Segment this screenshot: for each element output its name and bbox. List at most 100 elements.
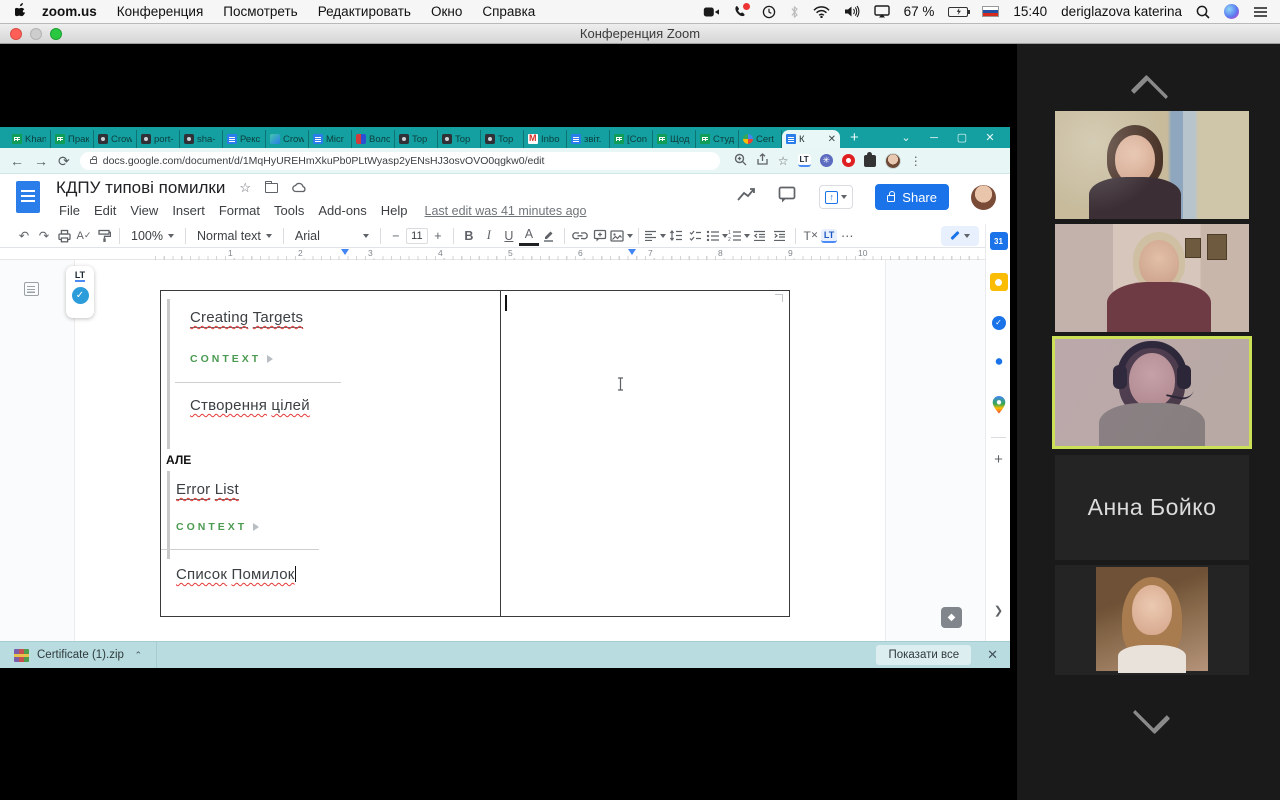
browser-tab[interactable]: Top [438,130,481,148]
document-stats-icon[interactable] [736,186,756,209]
clock-time[interactable]: 15:40 [1013,4,1047,19]
more-toolbar-icon[interactable]: ⋯ [837,226,857,246]
present-button[interactable]: ↑ [819,185,854,209]
user-name[interactable]: deriglazova katerina [1061,4,1182,19]
sub-spysok-pomylok[interactable]: Список Помилок [176,566,297,583]
decrease-indent-icon[interactable] [750,226,770,246]
line-spacing-icon[interactable] [666,226,686,246]
paint-format-icon[interactable] [94,226,114,246]
maps-icon[interactable] [990,396,1008,414]
context-label[interactable]: CONTEXT [176,521,260,533]
explore-button[interactable]: ◆ [941,607,962,628]
chrome-menu-icon[interactable]: ⋮ [910,154,922,168]
checklist-icon[interactable] [686,226,706,246]
docs-menu-item[interactable]: Help [374,201,415,220]
bold-icon[interactable]: B [459,226,479,246]
document-table[interactable]: Creating Targets CONTEXT Створення цілей… [160,290,790,617]
tab-search-icon[interactable]: ⌄ [892,131,920,144]
star-document-icon[interactable]: ☆ [239,180,251,196]
languagetool-check-icon[interactable]: ✓ [71,287,89,304]
calendar-icon[interactable]: 31 [989,232,1008,250]
minimize-button[interactable]: ─ [920,132,948,144]
paragraph-style-select[interactable]: Normal text [191,229,278,243]
languagetool-toolbar-icon[interactable]: LT [820,228,838,243]
move-to-folder-icon[interactable] [264,180,278,193]
participant-video[interactable] [1055,111,1249,219]
browser-tab[interactable]: Micr [309,130,352,148]
spellcheck-icon[interactable]: A ✓ [74,226,94,246]
scroll-participants-down-icon[interactable] [1134,708,1164,722]
docs-account-avatar[interactable] [971,184,996,210]
comments-icon[interactable] [778,186,797,208]
phone-icon[interactable] [734,3,750,18]
docs-menu-item[interactable]: Add-ons [311,201,373,220]
google-docs-icon[interactable] [16,181,40,213]
table-column-divider[interactable] [500,291,502,616]
browser-tab[interactable]: Воло [352,130,395,148]
undo-icon[interactable]: ↶ [14,226,34,246]
underline-icon[interactable]: U [499,226,519,246]
browser-tab[interactable]: port- [137,130,180,148]
languagetool-extension-icon[interactable]: LT [797,154,811,167]
participant-video[interactable] [1055,224,1249,332]
browser-tab[interactable]: Crow [94,130,137,148]
url-text[interactable]: docs.google.com/document/d/1MqHyUREHmXku… [103,155,545,167]
languagetool-widget[interactable]: LT ✓ [66,266,94,318]
right-indent-marker[interactable] [627,249,636,255]
font-size-value[interactable]: 11 [405,227,428,244]
share-page-icon[interactable] [756,152,769,169]
menubar-item[interactable]: Посмотреть [213,4,307,19]
browser-tab[interactable]: Прак [51,130,94,148]
extension-red-o-icon[interactable] [841,154,855,167]
heading-creating-targets[interactable]: Creating Targets [190,309,304,328]
docs-menu-item[interactable]: Tools [267,201,311,220]
input-language-flag-ru[interactable] [982,6,1000,17]
browser-tab[interactable]: sha- [180,130,223,148]
siri-icon[interactable] [1224,4,1239,19]
participant-name-tile[interactable]: Анна Бойко [1055,455,1249,560]
browser-tab[interactable]: Щод [653,130,696,148]
insert-image-icon[interactable] [610,226,633,246]
close-tab-icon[interactable]: ✕ [828,134,836,145]
browser-tab[interactable]: Рекс [223,130,266,148]
zoom-level-icon[interactable] [734,153,747,169]
print-icon[interactable] [54,226,74,246]
scroll-participants-up-icon[interactable] [1134,78,1164,92]
back-button[interactable]: ← [10,154,24,168]
show-all-downloads-button[interactable]: Показати все [876,645,972,665]
new-tab-button[interactable]: + [840,129,869,146]
menubar-item[interactable]: Окно [421,4,472,19]
bulleted-list-icon[interactable] [706,226,728,246]
menubar-item[interactable]: Конференция [107,4,214,19]
keep-icon[interactable] [989,273,1008,291]
ale-label[interactable]: АЛЕ [166,453,191,467]
docs-menu-item[interactable]: Edit [87,201,123,220]
maximize-button[interactable]: ▢ [948,131,976,144]
heading-error-list[interactable]: Error List [176,481,239,500]
document-outline-icon[interactable] [24,282,39,296]
context-label[interactable]: CONTEXT [190,353,274,365]
volume-icon[interactable] [844,5,860,18]
browser-tab[interactable]: Cert [739,130,782,148]
browser-tab[interactable]: [Con [610,130,653,148]
increase-indent-icon[interactable] [770,226,790,246]
align-icon[interactable] [644,226,666,246]
docs-menu-item[interactable]: View [123,201,165,220]
extensions-puzzle-icon[interactable] [863,151,876,167]
highlight-icon[interactable] [539,226,559,246]
bookmark-star-icon[interactable]: ☆ [778,154,789,168]
apple-icon[interactable] [10,2,32,21]
context-triangle-icon[interactable] [253,523,260,531]
share-button[interactable]: Share [875,184,949,210]
omnibox[interactable]: docs.google.com/document/d/1MqHyUREHmXku… [79,151,720,170]
document-status-cloud-icon[interactable] [292,181,307,196]
contacts-icon[interactable] [989,355,1008,373]
insert-link-icon[interactable] [570,226,590,246]
download-item[interactable]: Certificate (1).zip ⌃ [0,642,157,668]
get-add-ons-button[interactable]: + [986,451,1011,468]
close-button[interactable]: ✕ [976,131,1004,144]
video-camera-icon[interactable] [703,6,720,18]
add-comment-icon[interactable] [590,226,610,246]
document-canvas[interactable]: LT ✓ Creating Targets CONTEXT Створення … [0,260,1010,641]
context-triangle-icon[interactable] [267,355,274,363]
